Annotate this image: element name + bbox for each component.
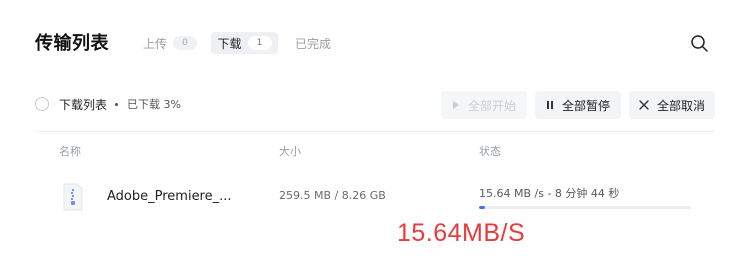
header-divider xyxy=(35,131,715,132)
column-header-status: 状态 xyxy=(479,145,501,158)
tab-completed-label: 已完成 xyxy=(295,36,332,51)
play-icon xyxy=(452,100,460,110)
cancel-all-button[interactable]: 全部取消 xyxy=(629,91,715,119)
column-header-name: 名称 xyxy=(59,145,81,158)
tab-download-label: 下载 xyxy=(217,36,242,51)
select-all-checkbox[interactable] xyxy=(35,97,49,111)
close-icon xyxy=(639,100,649,110)
tab-upload-count: 0 xyxy=(173,36,198,50)
download-progress-fill xyxy=(479,206,486,209)
tab-download-count: 1 xyxy=(247,36,272,50)
file-name[interactable]: Adobe_Premiere_... xyxy=(107,189,232,204)
tab-upload-label: 上传 xyxy=(143,36,168,51)
pause-icon xyxy=(546,100,554,110)
cancel-all-label: 全部取消 xyxy=(656,98,705,113)
separator-dot xyxy=(115,103,118,106)
zip-file-icon xyxy=(62,183,84,211)
search-icon[interactable] xyxy=(690,34,710,54)
download-list-label: 下载列表 xyxy=(59,98,108,112)
pause-all-label: 全部暂停 xyxy=(561,98,610,113)
download-status: 15.64 MB /s - 8 分钟 44 秒 xyxy=(479,187,620,200)
tab-download[interactable]: 下载 1 xyxy=(211,32,278,54)
start-all-label: 全部开始 xyxy=(467,98,516,113)
pause-all-button[interactable]: 全部暂停 xyxy=(535,91,621,119)
column-header-size: 大小 xyxy=(279,145,301,158)
speed-annotation: 15.64MB/S xyxy=(397,219,526,247)
download-progress-bar xyxy=(479,206,691,209)
start-all-button[interactable]: 全部开始 xyxy=(441,91,527,119)
tab-upload[interactable]: 上传 0 xyxy=(143,32,198,54)
overall-progress-text: 已下载 3% xyxy=(127,98,181,111)
page-title: 传输列表 xyxy=(35,33,109,54)
tab-completed[interactable]: 已完成 xyxy=(295,32,331,54)
file-size: 259.5 MB / 8.26 GB xyxy=(279,189,386,202)
